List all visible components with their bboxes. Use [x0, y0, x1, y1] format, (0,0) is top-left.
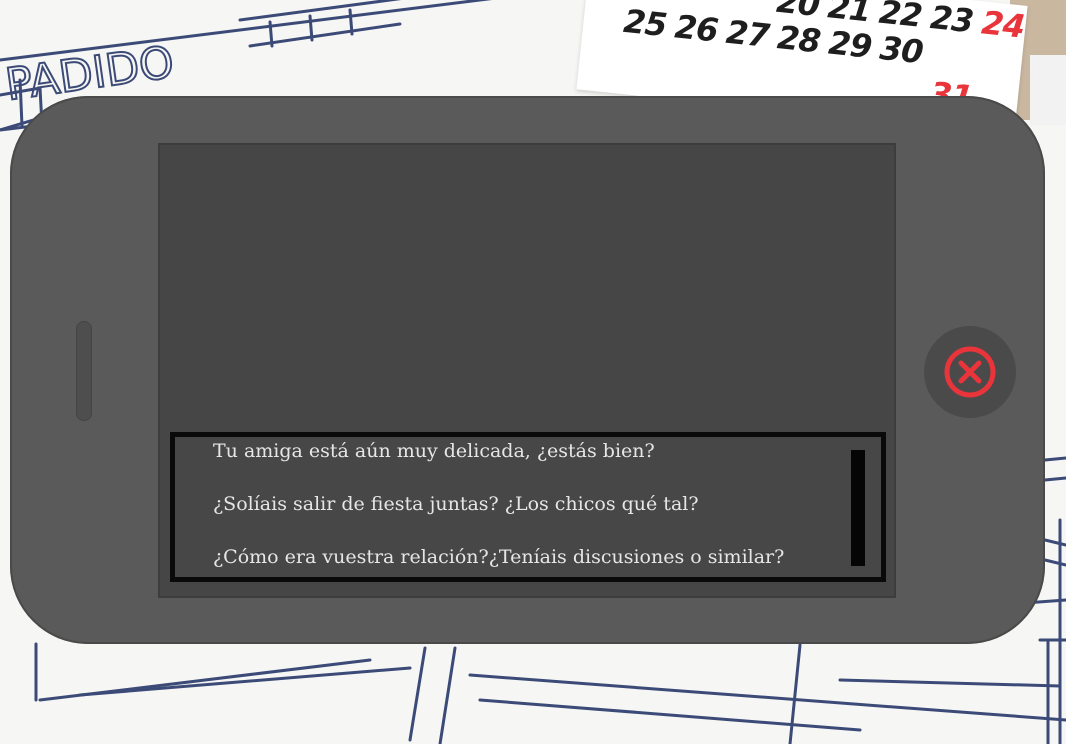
dialog-option-1[interactable]: Tu amiga está aún muy delicada, ¿estás b…: [213, 440, 655, 462]
calendar-day: 25: [621, 1, 669, 45]
calendar-day-holiday: 24: [979, 3, 1027, 46]
dialog-options-box: Tu amiga está aún muy delicada, ¿estás b…: [170, 432, 886, 582]
calendar-day: 30: [878, 28, 925, 72]
calendar-day: 23: [928, 0, 975, 41]
close-button[interactable]: [924, 326, 1016, 418]
close-circle-icon: [944, 346, 996, 398]
dialog-option-2[interactable]: ¿Solíais salir de fiesta juntas? ¿Los ch…: [213, 493, 699, 515]
calendar-day: 27: [724, 12, 771, 55]
phone-speaker: [76, 321, 92, 421]
calendar-day: 29: [826, 23, 874, 66]
dialog-scrollbar[interactable]: [851, 450, 865, 566]
calendar-day: 28: [775, 18, 822, 61]
phone-device: Tu amiga está aún muy delicada, ¿estás b…: [10, 96, 1045, 644]
calendar-day: 26: [673, 7, 720, 50]
paper-edge: [1030, 55, 1066, 125]
dialog-option-3[interactable]: ¿Cómo era vuestra relación?¿Teníais disc…: [213, 546, 784, 568]
game-scene: PADIDO 2021222324 252627282930 31 Tu ami…: [0, 0, 1066, 744]
